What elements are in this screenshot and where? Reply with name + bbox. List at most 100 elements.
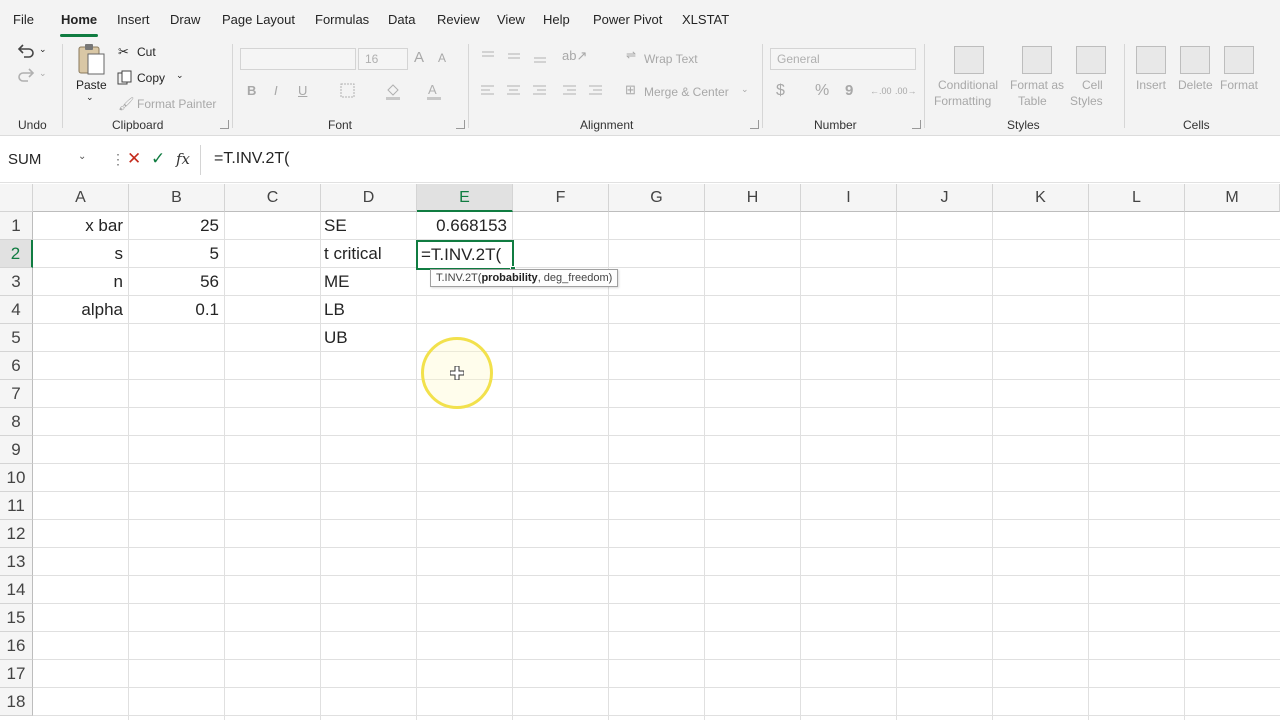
row-header-13[interactable]: 13 xyxy=(0,548,33,576)
merge-center-button[interactable]: Merge & Center xyxy=(644,85,729,99)
cell-styles-icon[interactable] xyxy=(1076,46,1106,74)
insert-function-button[interactable]: fx xyxy=(176,150,190,168)
italic-button[interactable]: I xyxy=(274,83,278,98)
row-header-1[interactable]: 1 xyxy=(0,212,33,240)
tab-formulas[interactable]: Formulas xyxy=(315,12,369,27)
cell-a3[interactable]: n xyxy=(33,268,129,296)
tab-page-layout[interactable]: Page Layout xyxy=(222,12,295,27)
underline-button[interactable]: U xyxy=(298,83,307,98)
column-header-m[interactable]: M xyxy=(1185,184,1280,212)
cell-styles-label1[interactable]: Cell xyxy=(1082,78,1103,92)
copy-dropdown-icon[interactable]: ⌄ xyxy=(176,70,184,81)
paste-button[interactable]: Paste xyxy=(76,78,107,92)
column-header-d[interactable]: D xyxy=(321,184,417,212)
delete-cells-button[interactable]: Delete xyxy=(1178,78,1213,92)
row-header-18[interactable]: 18 xyxy=(0,688,33,716)
cut-button[interactable]: Cut xyxy=(137,45,156,59)
font-launcher-icon[interactable] xyxy=(456,120,465,129)
cell-d5[interactable]: UB xyxy=(318,324,414,352)
cell-b2[interactable]: 5 xyxy=(129,240,225,268)
insert-cells-button[interactable]: Insert xyxy=(1136,78,1166,92)
horizontal-align-icons[interactable] xyxy=(480,84,610,98)
row-header-4[interactable]: 4 xyxy=(0,296,33,324)
cell-d4[interactable]: LB xyxy=(318,296,414,324)
format-as-table-label1[interactable]: Format as xyxy=(1010,78,1064,92)
column-header-e[interactable]: E xyxy=(417,184,513,212)
merge-dropdown-icon[interactable]: ⌄ xyxy=(741,84,749,95)
percent-button[interactable]: % xyxy=(815,82,829,100)
cell-b3[interactable]: 56 xyxy=(129,268,225,296)
row-header-14[interactable]: 14 xyxy=(0,576,33,604)
cell-a2[interactable]: s xyxy=(33,240,129,268)
paste-icon[interactable] xyxy=(76,42,106,78)
comma-button[interactable]: 9 xyxy=(845,82,853,99)
cell-e1[interactable]: 0.668153 xyxy=(417,212,513,240)
increase-font-icon[interactable]: A xyxy=(414,49,424,66)
borders-icon[interactable] xyxy=(340,83,356,99)
cell-a4[interactable]: alpha xyxy=(33,296,129,324)
undo-icon[interactable] xyxy=(16,42,36,60)
orientation-icon[interactable]: ab↗ xyxy=(562,48,587,64)
tab-power-pivot[interactable]: Power Pivot xyxy=(593,12,662,27)
number-format-dropdown[interactable]: General xyxy=(770,48,916,70)
tab-draw[interactable]: Draw xyxy=(170,12,200,27)
column-header-f[interactable]: F xyxy=(513,184,609,212)
merge-center-icon[interactable]: ⊞ xyxy=(625,82,636,98)
increase-decimal-icon[interactable]: ←.00 xyxy=(870,86,892,96)
column-header-i[interactable]: I xyxy=(801,184,897,212)
undo-dropdown-icon[interactable]: ⌄ xyxy=(39,44,47,55)
row-header-11[interactable]: 11 xyxy=(0,492,33,520)
conditional-formatting-label2[interactable]: Formatting xyxy=(934,94,991,108)
column-header-b[interactable]: B xyxy=(129,184,225,212)
column-header-j[interactable]: J xyxy=(897,184,993,212)
conditional-formatting-label1[interactable]: Conditional xyxy=(938,78,998,92)
row-header-5[interactable]: 5 xyxy=(0,324,33,352)
cell-d2[interactable]: t critical xyxy=(318,240,414,268)
cancel-icon[interactable]: ✕ xyxy=(127,149,141,169)
row-header-16[interactable]: 16 xyxy=(0,632,33,660)
row-header-17[interactable]: 17 xyxy=(0,660,33,688)
bold-button[interactable]: B xyxy=(247,83,256,98)
copy-icon[interactable] xyxy=(117,70,133,86)
paste-dropdown-icon[interactable]: ⌄ xyxy=(86,92,94,103)
cut-icon[interactable]: ✂ xyxy=(118,44,129,60)
active-cell-e2[interactable]: =T.INV.2T( xyxy=(416,240,514,270)
delete-cells-icon[interactable] xyxy=(1180,46,1210,74)
redo-dropdown-icon[interactable]: ⌄ xyxy=(39,68,47,79)
insert-cells-icon[interactable] xyxy=(1136,46,1166,74)
column-header-h[interactable]: H xyxy=(705,184,801,212)
number-launcher-icon[interactable] xyxy=(912,120,921,129)
format-as-table-label2[interactable]: Table xyxy=(1018,94,1047,108)
vertical-align-icons[interactable] xyxy=(480,50,560,64)
row-header-6[interactable]: 6 xyxy=(0,352,33,380)
column-header-k[interactable]: K xyxy=(993,184,1089,212)
format-cells-icon[interactable] xyxy=(1224,46,1254,74)
tab-view[interactable]: View xyxy=(497,12,525,27)
tab-review[interactable]: Review xyxy=(437,12,480,27)
clipboard-launcher-icon[interactable] xyxy=(220,120,229,129)
tab-xlstat[interactable]: XLSTAT xyxy=(682,12,729,27)
column-header-l[interactable]: L xyxy=(1089,184,1185,212)
row-header-8[interactable]: 8 xyxy=(0,408,33,436)
format-painter-button[interactable]: Format Painter xyxy=(137,97,216,111)
conditional-formatting-icon[interactable] xyxy=(954,46,984,74)
column-header-g[interactable]: G xyxy=(609,184,705,212)
more-options-icon[interactable]: ⋮ xyxy=(111,151,125,168)
format-cells-button[interactable]: Format xyxy=(1220,78,1258,92)
row-header-3[interactable]: 3 xyxy=(0,268,33,296)
tab-file[interactable]: File xyxy=(13,12,34,27)
column-header-a[interactable]: A xyxy=(33,184,129,212)
select-all-corner[interactable] xyxy=(0,184,33,212)
format-as-table-icon[interactable] xyxy=(1022,46,1052,74)
row-header-2[interactable]: 2 xyxy=(0,240,33,268)
fill-color-icon[interactable] xyxy=(384,82,402,100)
tab-home[interactable]: Home xyxy=(61,12,97,27)
cell-a1[interactable]: x bar xyxy=(33,212,129,240)
cell-d1[interactable]: SE xyxy=(318,212,414,240)
row-header-15[interactable]: 15 xyxy=(0,604,33,632)
enter-icon[interactable]: ✓ xyxy=(151,149,165,169)
tab-data[interactable]: Data xyxy=(388,12,415,27)
tab-help[interactable]: Help xyxy=(543,12,570,27)
redo-icon[interactable] xyxy=(16,66,36,84)
font-size-dropdown[interactable]: 16 xyxy=(358,48,408,70)
